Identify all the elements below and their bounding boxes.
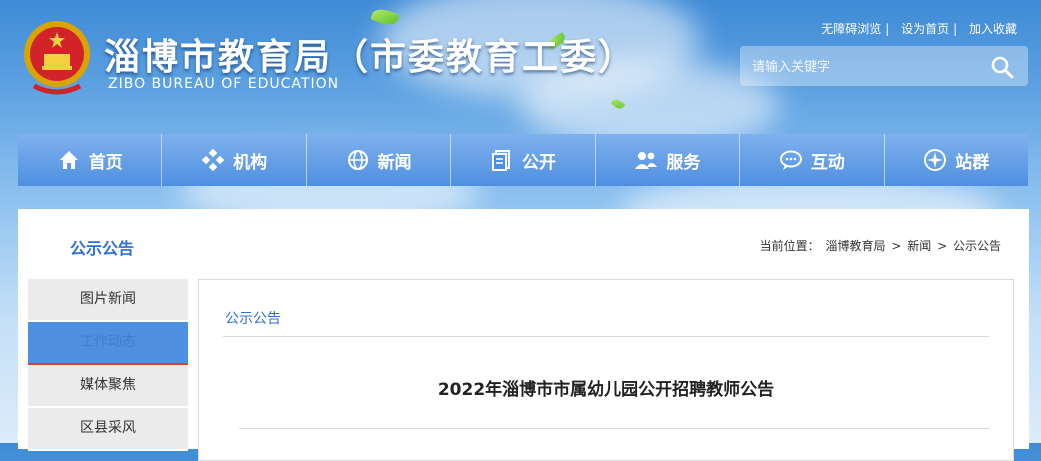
accessibility-link[interactable]: 无障碍浏览 — [821, 22, 881, 36]
set-homepage-link[interactable]: 设为首页 — [901, 22, 949, 36]
section-title: 公示公告 — [70, 239, 135, 258]
nav-news[interactable]: 新闻 — [307, 134, 452, 186]
nav-label: 服务 — [666, 152, 701, 173]
national-emblem-logo — [24, 21, 90, 95]
compass-icon — [924, 149, 947, 171]
nav-organization[interactable]: 机构 — [162, 134, 307, 186]
users-icon — [635, 152, 658, 169]
search-icon[interactable] — [990, 55, 1014, 79]
breadcrumb-separator: > — [937, 239, 948, 253]
nav-home[interactable]: 首页 — [18, 134, 163, 186]
nav-label: 首页 — [88, 152, 123, 173]
sidebar-item-work-updates[interactable]: 工作动态 — [28, 322, 188, 365]
breadcrumb-news[interactable]: 新闻 — [907, 239, 931, 253]
nav-label: 新闻 — [377, 152, 412, 173]
nav-service[interactable]: 服务 — [596, 134, 741, 186]
org-icon — [201, 148, 225, 172]
site-title-en: ZIBO BUREAU OF EDUCATION — [108, 76, 340, 92]
nav-label: 互动 — [810, 152, 845, 173]
add-favorite-link[interactable]: 加入收藏 — [969, 22, 1017, 36]
breadcrumb-current[interactable]: 公示公告 — [953, 239, 1001, 253]
document-icon — [491, 150, 510, 171]
breadcrumb: 当前位置： 淄博教育局 > 新闻 > 公示公告 — [760, 237, 1003, 254]
site-title: 淄博市教育局（市委教育工委） — [104, 37, 637, 78]
article-title: 2022年淄博市市属幼儿园公开招聘教师公告 — [437, 380, 775, 400]
divider — [239, 428, 989, 429]
content-heading: 公示公告 — [225, 311, 281, 327]
nav-label: 站群 — [955, 152, 990, 173]
nav-public[interactable]: 公开 — [451, 134, 596, 186]
main-nav: 首页 机构 新闻 公开 服务 互动 站群 — [18, 134, 1028, 186]
breadcrumb-separator: > — [891, 239, 902, 253]
sidebar-item-photo-news[interactable]: 图片新闻 — [28, 279, 188, 322]
search-box — [740, 46, 1028, 86]
search-input[interactable] — [750, 55, 974, 79]
nav-interaction[interactable]: 互动 — [740, 134, 885, 186]
chat-icon — [779, 150, 802, 170]
top-links: 无障碍浏览 | 设为首页 | 加入收藏 — [821, 22, 1017, 36]
sidebar-item-county-news[interactable]: 区县采风 — [28, 408, 188, 451]
globe-icon — [347, 150, 368, 170]
home-icon — [59, 151, 78, 169]
nav-site-group[interactable]: 站群 — [885, 134, 1028, 186]
divider — [223, 336, 989, 337]
article-panel: 公示公告 2022年淄博市市属幼儿园公开招聘教师公告 — [198, 279, 1014, 461]
nav-label: 机构 — [233, 152, 268, 173]
breadcrumb-home[interactable]: 淄博教育局 — [826, 239, 886, 253]
main-panel: 公示公告 当前位置： 淄博教育局 > 新闻 > 公示公告 图片新闻 工作动态 媒… — [18, 209, 1029, 461]
sidebar-item-media-focus[interactable]: 媒体聚焦 — [28, 365, 188, 408]
breadcrumb-prefix: 当前位置： — [759, 239, 820, 253]
nav-label: 公开 — [521, 152, 556, 173]
sidebar: 图片新闻 工作动态 媒体聚焦 区县采风 — [28, 279, 188, 451]
